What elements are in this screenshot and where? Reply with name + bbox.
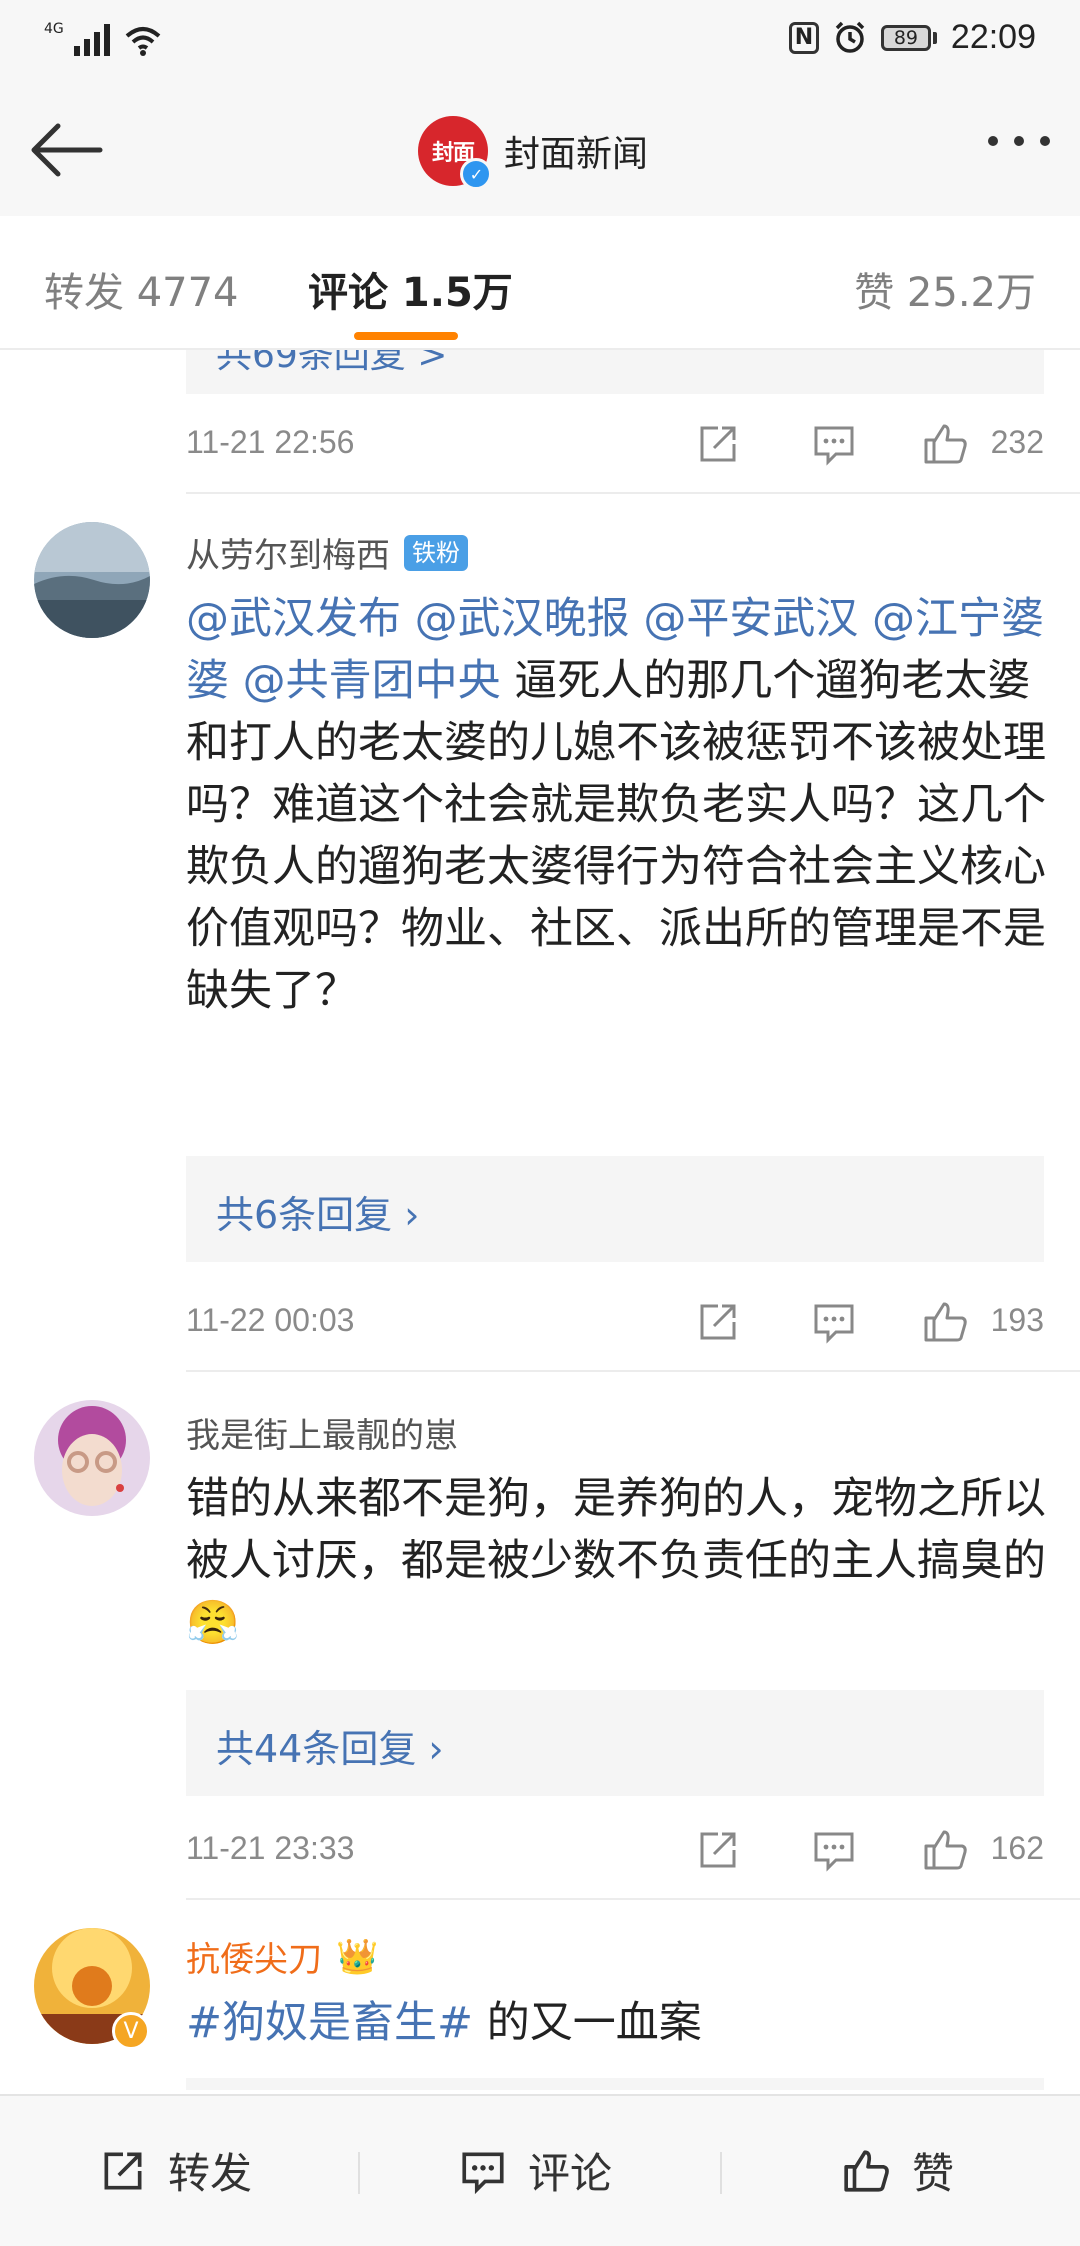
comment-button[interactable]: 评论 bbox=[458, 2140, 612, 2201]
avatar[interactable] bbox=[34, 522, 150, 638]
tab-likes[interactable]: 赞 25.2万 bbox=[854, 260, 1036, 318]
fan-badge: 铁粉 bbox=[404, 534, 468, 571]
status-bar: 4G N 89 22:09 bbox=[0, 0, 1080, 80]
like-icon[interactable] bbox=[922, 1826, 970, 1874]
like-icon bbox=[844, 2149, 889, 2192]
like-label: 赞 bbox=[912, 2149, 955, 2198]
comment-list[interactable]: 共69条回复 > 11-21 22:56 232 从劳尔到梅西 铁粉 @武汉发布… bbox=[0, 350, 1080, 2090]
comment-meta: 11-21 23:33 162 bbox=[186, 1820, 1044, 1880]
tab-comments[interactable]: 评论 1.5万 bbox=[308, 260, 513, 318]
account-header[interactable]: 封面 ✓ 封面新闻 bbox=[418, 116, 649, 190]
status-right: N 89 22:09 bbox=[788, 18, 1036, 57]
divider bbox=[186, 1370, 1080, 1372]
like-icon[interactable] bbox=[922, 1298, 970, 1346]
divider bbox=[186, 1898, 1080, 1900]
reply-count-link[interactable]: 共44条回复 › bbox=[216, 1718, 444, 1773]
network-type: 4G bbox=[44, 21, 64, 37]
crown-icon: 👑 bbox=[336, 1936, 379, 1977]
separator bbox=[358, 2152, 360, 2194]
username-row: 我是街上最靓的崽 bbox=[186, 1408, 458, 1457]
bottom-action-bar: 转发 评论 赞 bbox=[0, 2094, 1080, 2246]
comment-meta: 11-21 22:56 232 bbox=[186, 414, 1044, 474]
account-logo: 封面 ✓ bbox=[418, 116, 492, 190]
comment-icon[interactable] bbox=[810, 1298, 858, 1346]
verified-icon: ✓ bbox=[460, 158, 492, 190]
comment-time: 11-21 23:33 bbox=[186, 1830, 355, 1866]
reply-box[interactable] bbox=[186, 2078, 1044, 2090]
clock: 22:09 bbox=[950, 18, 1036, 56]
active-tab-indicator bbox=[354, 332, 458, 340]
more-icon[interactable] bbox=[988, 136, 1050, 146]
like-button[interactable]: 赞 bbox=[842, 2140, 954, 2201]
nav-bar: 封面 ✓ 封面新闻 bbox=[0, 80, 1080, 218]
comment-time: 11-21 22:56 bbox=[186, 424, 355, 460]
comment-label: 评论 bbox=[528, 2149, 613, 2198]
back-arrow-icon[interactable] bbox=[28, 120, 108, 180]
username-row: 从劳尔到梅西 铁粉 bbox=[186, 528, 468, 577]
wifi-icon bbox=[125, 27, 161, 56]
comment-meta: 11-22 00:03 193 bbox=[186, 1292, 1044, 1352]
avatar-image bbox=[34, 1400, 150, 1516]
reply-count-link[interactable]: 共69条回复 > bbox=[216, 350, 447, 378]
share-icon[interactable] bbox=[694, 420, 742, 468]
signal-icon bbox=[73, 22, 110, 56]
share-icon bbox=[104, 2152, 142, 2189]
like-count: 232 bbox=[990, 424, 1044, 460]
comment-icon bbox=[462, 2152, 504, 2194]
battery-icon: 89 bbox=[880, 24, 937, 51]
divider bbox=[186, 492, 1080, 494]
share-icon[interactable] bbox=[694, 1826, 742, 1874]
avatar[interactable] bbox=[34, 1400, 150, 1516]
like-count: 193 bbox=[990, 1302, 1044, 1338]
comment-body: 逼死人的那几个遛狗老太婆和打人的老太婆的儿媳不该被惩罚不该被处理吗？难道这个社会… bbox=[186, 656, 1046, 1016]
username[interactable]: 从劳尔到梅西 bbox=[186, 528, 390, 577]
repost-button[interactable]: 转发 bbox=[98, 2140, 252, 2201]
comment-text: @武汉发布 @武汉晚报 @平安武汉 @江宁婆婆 @共青团中央 逼死人的那几个遛狗… bbox=[186, 588, 1046, 1022]
nfc-icon: N bbox=[788, 21, 819, 54]
username[interactable]: 我是街上最靓的崽 bbox=[186, 1408, 458, 1457]
reply-box[interactable]: 共69条回复 > bbox=[186, 350, 1044, 394]
like-count: 162 bbox=[990, 1830, 1044, 1866]
repost-label: 转发 bbox=[168, 2149, 253, 2198]
battery-level: 89 bbox=[880, 24, 931, 51]
reply-box[interactable]: 共6条回复 › bbox=[186, 1156, 1044, 1262]
alarm-icon bbox=[835, 21, 865, 53]
comment-text: #狗奴是畜生# 的又一血案 bbox=[186, 1992, 1046, 2054]
reply-box[interactable]: 共44条回复 › bbox=[186, 1690, 1044, 1796]
comment-time: 11-22 00:03 bbox=[186, 1302, 355, 1338]
comment-text: 错的从来都不是狗，是养狗的人，宠物之所以被人讨厌，都是被少数不负责任的主人搞臭的… bbox=[186, 1474, 1046, 1648]
comment-icon[interactable] bbox=[810, 420, 858, 468]
verified-icon: V bbox=[112, 2012, 150, 2050]
tab-bar: 转发 4774 评论 1.5万 赞 25.2万 bbox=[0, 216, 1080, 350]
signal-area: 4G bbox=[44, 22, 162, 56]
hashtag-link[interactable]: #狗奴是畜生# bbox=[186, 1998, 473, 2048]
avatar-image bbox=[34, 522, 150, 638]
account-name: 封面新闻 bbox=[504, 134, 649, 175]
like-icon[interactable] bbox=[922, 420, 970, 468]
comment-body: 的又一血案 bbox=[473, 1998, 702, 2048]
separator bbox=[720, 2152, 722, 2194]
reply-count-link[interactable]: 共6条回复 › bbox=[216, 1184, 419, 1239]
share-icon[interactable] bbox=[694, 1298, 742, 1346]
username-row: 抗倭尖刀 👑 bbox=[186, 1932, 378, 1981]
comment-icon[interactable] bbox=[810, 1826, 858, 1874]
tab-repost[interactable]: 转发 4774 bbox=[44, 260, 239, 318]
username[interactable]: 抗倭尖刀 bbox=[186, 1932, 322, 1981]
